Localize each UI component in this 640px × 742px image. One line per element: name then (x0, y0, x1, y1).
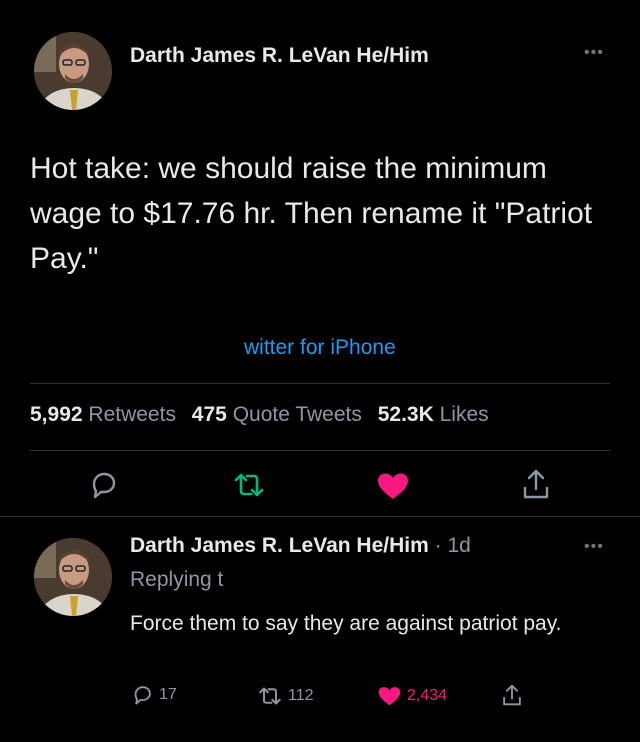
share-button[interactable] (522, 468, 550, 500)
reply-share-button[interactable] (502, 683, 522, 707)
divider (30, 383, 610, 384)
reply-icon (92, 472, 116, 499)
heart-icon (378, 687, 401, 706)
reply-timestamp[interactable]: · 1d (429, 534, 471, 557)
reply-retweet-button[interactable]: 112 (258, 686, 314, 706)
tweet-source-link[interactable]: witter for iPhone (244, 336, 396, 360)
retweet-icon (234, 473, 264, 497)
retweets-label[interactable]: Retweets (88, 403, 176, 426)
share-icon (503, 684, 521, 706)
likes-label[interactable]: Likes (440, 403, 489, 426)
likes-count[interactable]: 52.3K (378, 403, 434, 426)
reply-likes-count: 2,434 (407, 687, 448, 704)
quotes-label[interactable]: Quote Tweets (233, 403, 362, 426)
reply-button[interactable] (88, 471, 118, 499)
tweet-text: Hot take: we should raise the minimum wa… (30, 152, 593, 275)
divider (30, 450, 610, 451)
replying-to: Replying t (130, 568, 224, 591)
reply-author-name[interactable]: Darth James R. LeVan He/Him (130, 534, 429, 557)
retweets-count[interactable]: 5,992 (30, 403, 83, 426)
reply-replies-count: 17 (159, 686, 177, 703)
reply-author-avatar[interactable] (34, 538, 112, 616)
more-options-icon[interactable]: ••• (584, 44, 604, 62)
author-avatar[interactable] (34, 32, 112, 110)
heart-icon (378, 473, 408, 499)
reply-header: Darth James R. LeVan He/Him · 1d (130, 534, 471, 558)
share-icon (523, 469, 549, 499)
tweet-stats: 5,992 Retweets 475 Quote Tweets 52.3K Li… (30, 403, 499, 427)
reply-retweets-count: 112 (288, 687, 314, 704)
retweet-button[interactable] (233, 472, 265, 498)
reply-icon (134, 686, 151, 705)
author-name[interactable]: Darth James R. LeVan He/Him (130, 44, 429, 68)
reply-like-button[interactable]: 2,434 (378, 686, 447, 706)
like-button[interactable] (377, 472, 409, 500)
reply-text: Force them to say they are against patri… (130, 612, 562, 635)
retweet-icon (259, 687, 281, 705)
reply-reply-button[interactable]: 17 (131, 685, 177, 705)
quotes-count[interactable]: 475 (192, 403, 227, 426)
divider (0, 516, 640, 517)
reply-more-options-icon[interactable]: ••• (584, 538, 604, 556)
